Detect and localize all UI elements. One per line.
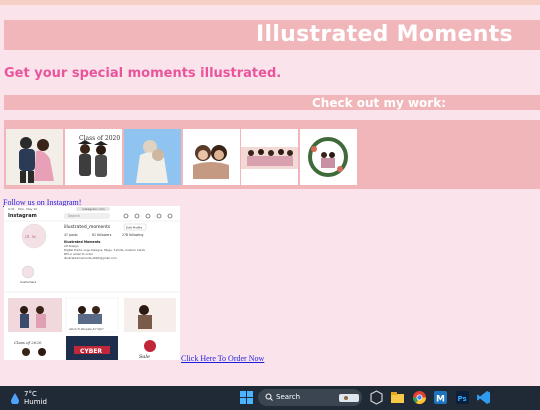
instagram-profile-screenshot[interactable]: 9:41 Mon, May 10 instagram.com Instagram… — [4, 206, 180, 360]
work-heading: Check out my work: — [312, 96, 446, 110]
ig-following: 278 following — [122, 233, 143, 237]
top-strip — [0, 0, 540, 5]
vscode-icon[interactable] — [476, 390, 491, 405]
work-banner — [4, 95, 540, 110]
search-icon — [265, 393, 273, 401]
ig-url: instagram.com — [82, 207, 105, 211]
weather-temperature: 7°C — [24, 390, 37, 398]
ig-brand: Instagram — [8, 213, 37, 219]
ig-followers: 61 followers — [92, 233, 112, 237]
ig-post-caption: Class of 2020 — [14, 340, 42, 345]
ig-edit-profile[interactable]: Edit Profile — [126, 226, 142, 230]
ig-post-caption: Sale — [139, 354, 150, 360]
app-m-icon[interactable]: M — [433, 390, 448, 405]
page-title: Illustrated Moments — [256, 22, 513, 47]
svg-text:M: M — [436, 395, 445, 405]
chrome-icon[interactable] — [412, 390, 427, 405]
file-explorer-icon[interactable] — [390, 390, 405, 405]
order-link[interactable]: Click Here To Order Now — [181, 354, 264, 363]
gallery-image-2[interactable]: Class of 2020 — [65, 129, 122, 185]
weather-label: Humid — [24, 398, 47, 406]
ig-highlight-label: Customers — [20, 280, 37, 284]
svg-text:Ps: Ps — [458, 395, 467, 403]
ig-post-caption: CYBER — [80, 348, 102, 355]
gallery-image-6[interactable] — [300, 129, 357, 185]
ig-search: Search — [68, 214, 80, 218]
tagline: Get your special moments illustrated. — [4, 66, 282, 81]
search-highlight-icon — [339, 394, 359, 402]
ig-bio-line: illustratedmoments.2020@gmail.com — [64, 256, 117, 260]
ig-date: Mon, May 10 — [18, 207, 37, 211]
ig-post-caption: when N Peeples for life? — [69, 327, 104, 331]
gallery-image-5[interactable] — [241, 129, 298, 185]
gallery-image-4[interactable] — [183, 129, 240, 185]
ig-time: 9:41 — [8, 207, 15, 211]
ig-username: illustrated_moments — [64, 224, 111, 230]
taskbar-search-label: Search — [276, 393, 301, 401]
gallery-image-3[interactable] — [124, 129, 181, 185]
rain-icon — [11, 393, 19, 404]
start-icon[interactable] — [239, 390, 254, 405]
ig-posts: 47 posts — [64, 233, 78, 237]
svg-text:Ill. M.: Ill. M. — [24, 234, 37, 239]
copilot-icon[interactable] — [369, 390, 384, 405]
photoshop-icon[interactable]: Ps — [455, 390, 470, 405]
taskbar-search[interactable]: Search — [258, 389, 362, 406]
gallery-image-1[interactable] — [6, 129, 63, 185]
